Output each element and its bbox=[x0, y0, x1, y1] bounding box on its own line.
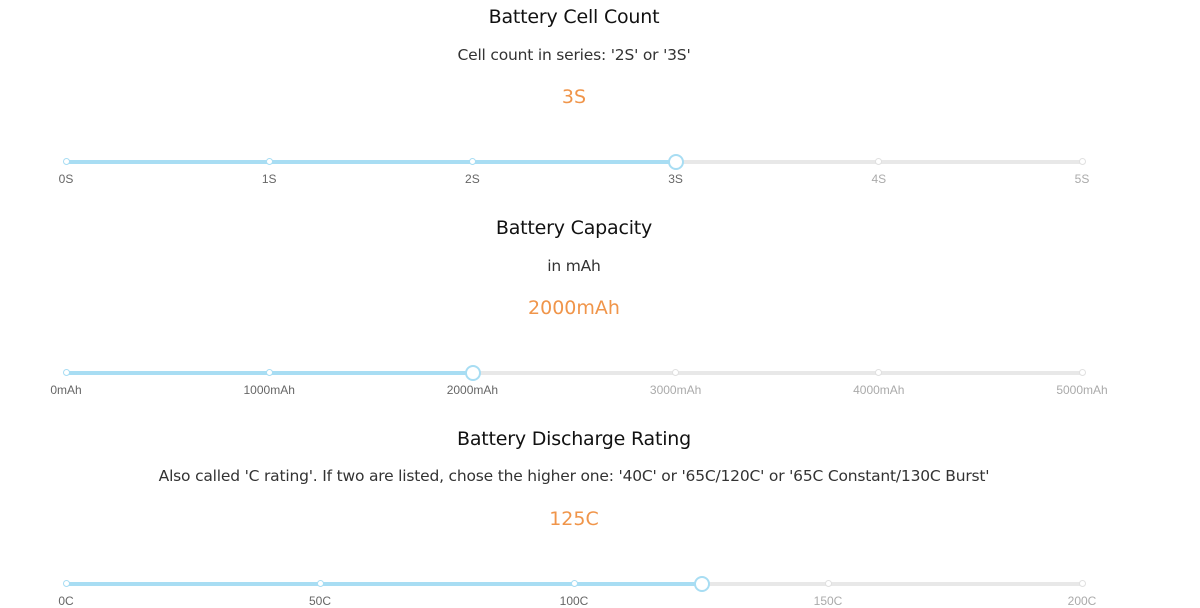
slider-tick-label[interactable]: 0mAh bbox=[16, 383, 116, 397]
slider-tick-label[interactable]: 5S bbox=[1032, 172, 1132, 186]
cell-count-title: Battery Cell Count bbox=[488, 6, 660, 28]
discharge-description: Also called 'C rating'. If two are liste… bbox=[158, 467, 990, 485]
slider-tick[interactable] bbox=[570, 580, 578, 587]
slider-tick-label[interactable]: 1S bbox=[219, 172, 319, 186]
slider-tick[interactable] bbox=[62, 158, 70, 165]
slider-tick-label[interactable]: 2S bbox=[422, 172, 522, 186]
cell-count-slider[interactable]: 0S 1S 2S 3S 4S 5S bbox=[59, 154, 1089, 186]
slider-handle[interactable] bbox=[668, 154, 685, 170]
slider-tick[interactable] bbox=[1078, 158, 1086, 165]
cell-count-description: Cell count in series: '2S' or '3S' bbox=[457, 46, 691, 64]
slider-tick-label[interactable]: 0C bbox=[16, 594, 116, 608]
slider-tick[interactable] bbox=[468, 158, 476, 165]
slider-tick-label[interactable]: 1000mAh bbox=[219, 383, 319, 397]
slider-tick[interactable] bbox=[824, 580, 832, 587]
capacity-description: in mAh bbox=[547, 257, 601, 275]
slider-tick[interactable] bbox=[62, 369, 70, 376]
slider-tick-label[interactable]: 5000mAh bbox=[1032, 383, 1132, 397]
slider-tick-label[interactable]: 2000mAh bbox=[422, 383, 522, 397]
discharge-value: 125C bbox=[549, 508, 599, 530]
cell-count-value: 3S bbox=[561, 86, 587, 108]
slider-tick[interactable] bbox=[316, 580, 324, 587]
slider-tick[interactable] bbox=[1078, 369, 1086, 376]
discharge-title: Battery Discharge Rating bbox=[456, 428, 692, 450]
slider-tick[interactable] bbox=[265, 369, 273, 376]
discharge-slider[interactable]: 0C 50C 100C 150C 200C bbox=[58, 576, 1096, 608]
slider-tick-label[interactable]: 150C bbox=[778, 594, 878, 608]
slider-handle[interactable] bbox=[464, 365, 481, 381]
slider-handle[interactable] bbox=[693, 576, 710, 592]
slider-tick-label[interactable]: 0S bbox=[16, 172, 116, 186]
slider-tick[interactable] bbox=[265, 158, 273, 165]
slider-tick[interactable] bbox=[875, 369, 883, 376]
slider-tick-label[interactable]: 100C bbox=[524, 594, 624, 608]
capacity-value: 2000mAh bbox=[528, 297, 620, 319]
slider-fill bbox=[66, 160, 676, 164]
capacity-slider[interactable]: 0mAh 1000mAh 2000mAh 3000mAh 4000mAh 5000mAh bbox=[50, 365, 1108, 397]
slider-tick[interactable] bbox=[875, 158, 883, 165]
slider-tick-label[interactable]: 50C bbox=[270, 594, 370, 608]
capacity-title: Battery Capacity bbox=[495, 217, 653, 239]
slider-tick[interactable] bbox=[1078, 580, 1086, 587]
slider-tick[interactable] bbox=[672, 369, 680, 376]
slider-tick-label[interactable]: 3S bbox=[626, 172, 726, 186]
slider-tick-label[interactable]: 4000mAh bbox=[829, 383, 929, 397]
slider-tick[interactable] bbox=[62, 580, 70, 587]
slider-tick-label[interactable]: 200C bbox=[1032, 594, 1132, 608]
slider-tick-label[interactable]: 3000mAh bbox=[626, 383, 726, 397]
slider-fill bbox=[66, 582, 701, 586]
slider-tick-label[interactable]: 4S bbox=[829, 172, 929, 186]
